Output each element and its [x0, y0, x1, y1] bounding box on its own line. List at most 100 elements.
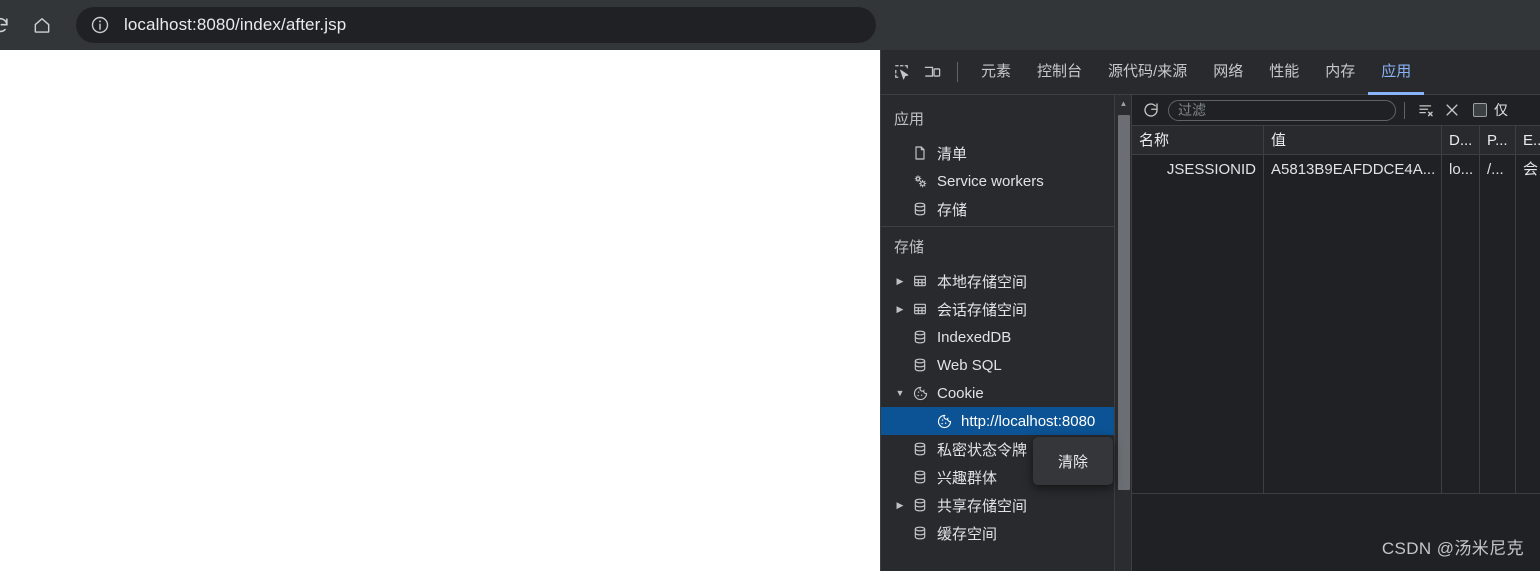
site-info-icon[interactable]: [90, 15, 110, 35]
table-icon: [909, 273, 931, 289]
inspect-element-icon[interactable]: [887, 57, 917, 87]
scroll-up-arrow-icon[interactable]: ▲: [1115, 95, 1131, 112]
cell-cookie-value: A5813B9EAFDDCE4A...: [1264, 155, 1442, 184]
sidebar-item-label: 共享存储空间: [937, 497, 1028, 515]
empty-column: [1516, 184, 1540, 493]
filter-input[interactable]: [1168, 99, 1396, 121]
tab-label: 元素: [981, 63, 1012, 80]
database-icon: [909, 525, 931, 541]
home-icon[interactable]: [24, 7, 60, 43]
context-menu: 清除: [1033, 437, 1113, 485]
chevron-right-icon[interactable]: ▶: [893, 276, 907, 286]
address-bar[interactable]: localhost:8080/index/after.jsp: [76, 7, 876, 43]
tab-console[interactable]: 控制台: [1024, 50, 1095, 95]
sidebar-item-service-workers[interactable]: ▶ Service workers: [881, 167, 1131, 195]
only-show-issues-label: 仅: [1494, 102, 1508, 118]
tab-label: 源代码/来源: [1108, 63, 1188, 80]
column-header-path[interactable]: P...: [1480, 125, 1516, 155]
scrollbar-thumb[interactable]: [1118, 115, 1130, 490]
sidebar-item-cookie[interactable]: ▼ Cookie: [881, 379, 1131, 407]
sidebar-item-web-sql[interactable]: ▶ Web SQL: [881, 351, 1131, 379]
clear-all-cookies-icon[interactable]: [1439, 97, 1465, 123]
sidebar-item-session-storage[interactable]: ▶ 会话存储空间: [881, 295, 1131, 323]
sidebar-item-shared-storage[interactable]: ▶ 共享存储空间: [881, 491, 1131, 519]
application-sidebar: 应用 ▶ 清单 ▶: [881, 95, 1131, 571]
sidebar-item-label: IndexedDB: [937, 328, 1012, 346]
sidebar-item-indexeddb[interactable]: ▶ IndexedDB: [881, 323, 1131, 351]
database-icon: [909, 329, 931, 345]
service-worker-gears-icon: [909, 173, 931, 190]
cell-cookie-expires: 会: [1516, 155, 1540, 184]
sidebar-item-label: 本地存储空间: [937, 273, 1028, 291]
csdn-watermark: CSDN @汤米尼克: [1381, 539, 1524, 558]
sidebar-item-storage[interactable]: ▶ 存储: [881, 195, 1131, 223]
column-header-expires[interactable]: E...: [1516, 126, 1540, 155]
tab-label: 网络: [1213, 63, 1244, 80]
page-viewport: [0, 50, 880, 571]
tab-sources[interactable]: 源代码/来源: [1095, 50, 1200, 95]
browser-toolbar: localhost:8080/index/after.jsp: [0, 0, 1540, 50]
context-menu-item-clear[interactable]: 清除: [1058, 451, 1088, 472]
tab-performance[interactable]: 性能: [1256, 50, 1312, 95]
tab-memory[interactable]: 内存: [1312, 50, 1368, 95]
sidebar-item-cookie-origin[interactable]: ▶ http://localhost:8080: [881, 407, 1131, 435]
sidebar-item-label: Web SQL: [937, 356, 1002, 374]
sidebar-item-cache-storage[interactable]: ▶ 缓存空间: [881, 519, 1131, 547]
reload-icon[interactable]: [0, 7, 18, 43]
column-header-name[interactable]: 名称: [1132, 125, 1264, 155]
sidebar-item-label: Service workers: [937, 172, 1044, 190]
toolbar-divider: [1404, 101, 1405, 119]
sidebar-item-label: 会话存储空间: [937, 301, 1028, 319]
devtools-tabbar: 元素 控制台 源代码/来源 网络 性能 内存 应用: [881, 50, 1540, 95]
refresh-icon[interactable]: [1138, 97, 1164, 123]
screen: localhost:8080/index/after.jsp 元素 控制台 源代…: [0, 0, 1540, 571]
sidebar-item-label: 存储: [937, 201, 968, 219]
only-show-issues-checkbox[interactable]: [1473, 103, 1487, 117]
chevron-right-icon[interactable]: ▶: [893, 304, 907, 314]
cookie-table: 名称 值 D... P... E... JSESSIONID A5813B9EA…: [1132, 125, 1540, 494]
tab-label: 控制台: [1037, 63, 1083, 80]
database-icon: [909, 469, 931, 485]
empty-column: [1442, 184, 1480, 493]
database-icon: [909, 357, 931, 373]
sidebar-item-local-storage[interactable]: ▶ 本地存储空间: [881, 267, 1131, 295]
column-header-domain[interactable]: D...: [1442, 125, 1480, 155]
cookie-toolbar: 仅: [1132, 95, 1540, 126]
sidebar-scrollbar[interactable]: ▲: [1114, 95, 1131, 571]
chevron-down-icon[interactable]: ▼: [893, 388, 907, 398]
cell-cookie-domain: lo...: [1442, 155, 1480, 184]
chevron-right-icon[interactable]: ▶: [893, 500, 907, 510]
cookie-icon: [933, 413, 955, 430]
sidebar-item-label: http://localhost:8080: [961, 412, 1096, 430]
sidebar-section-title-application: 应用: [894, 111, 925, 128]
tab-network[interactable]: 网络: [1200, 50, 1256, 95]
sidebar-item-label: 兴趣群体: [937, 469, 998, 487]
devtools-body: 应用 ▶ 清单 ▶: [881, 95, 1540, 571]
column-header-value[interactable]: 值: [1264, 125, 1442, 155]
cell-cookie-path: /...: [1480, 155, 1516, 184]
sidebar-item-label: 清单: [937, 145, 968, 163]
cookie-table-header: 名称 值 D... P... E...: [1132, 125, 1540, 155]
table-icon: [909, 301, 931, 317]
tab-application[interactable]: 应用: [1368, 50, 1425, 95]
empty-column: [1264, 184, 1442, 493]
sidebar-item-manifest[interactable]: ▶ 清单: [881, 139, 1131, 167]
sidebar-item-label: 缓存空间: [937, 525, 998, 543]
tab-label: 内存: [1325, 63, 1356, 80]
sidebar-item-label: Cookie: [937, 384, 984, 402]
manifest-document-icon: [909, 145, 931, 161]
cookie-table-empty-area: [1132, 184, 1540, 494]
cookie-panel: 仅 名称 值 D... P... E... JSESSIONID A5813B9…: [1131, 95, 1540, 571]
storage-database-icon: [909, 201, 931, 217]
clear-filtered-cookies-icon[interactable]: [1413, 97, 1439, 123]
empty-column: [1480, 184, 1516, 493]
sidebar-item-label: 私密状态令牌: [937, 441, 1028, 459]
sidebar-scroll-area: 应用 ▶ 清单 ▶: [881, 95, 1131, 571]
table-row[interactable]: JSESSIONID A5813B9EAFDDCE4A... lo... /..…: [1132, 155, 1540, 184]
cookie-preview-area: [1132, 494, 1540, 571]
device-toolbar-icon[interactable]: [917, 57, 947, 87]
tab-label: 性能: [1269, 63, 1300, 80]
empty-column: [1132, 184, 1264, 493]
tab-elements[interactable]: 元素: [968, 50, 1024, 95]
devtools-panel: 元素 控制台 源代码/来源 网络 性能 内存 应用 应用 ▶: [880, 50, 1540, 571]
